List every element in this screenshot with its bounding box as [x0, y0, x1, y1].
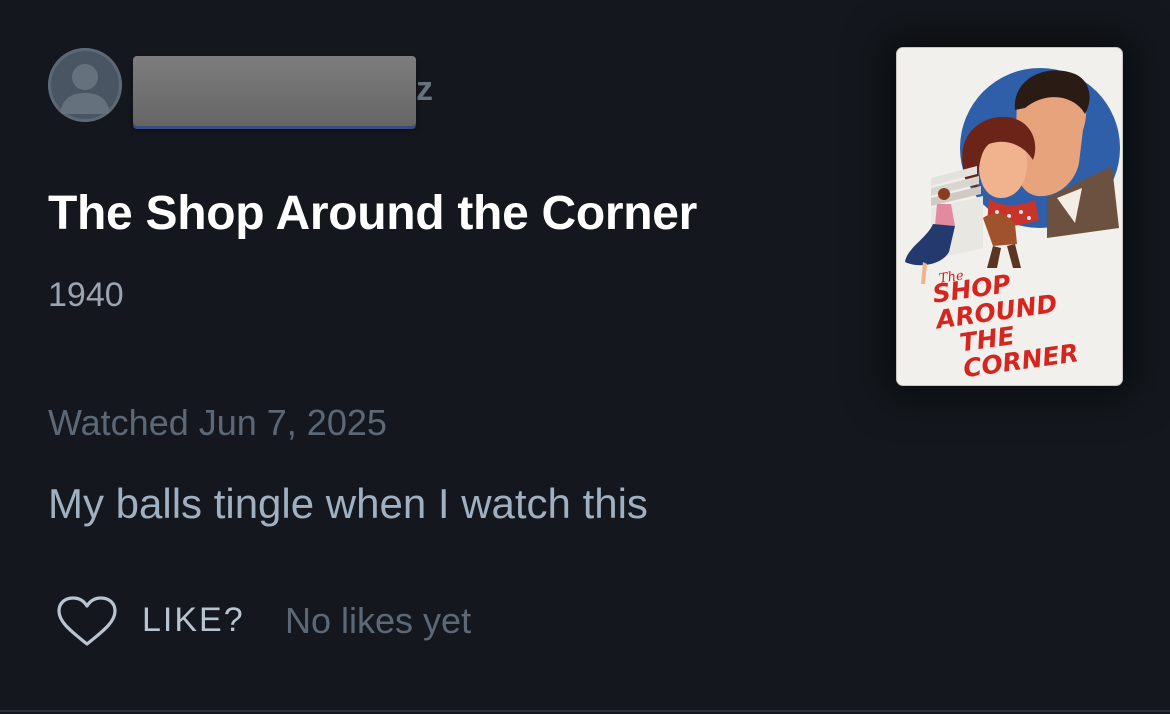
username-redaction [133, 56, 416, 126]
watched-date: Watched Jun 7, 2025 [48, 402, 387, 443]
avatar[interactable] [48, 48, 122, 122]
like-row: LIKE? No likes yet [56, 592, 556, 648]
username[interactable]: z [132, 56, 433, 132]
review-author[interactable]: z [48, 48, 468, 128]
default-user-icon [60, 64, 110, 114]
film-poster[interactable]: The SHOP AROUND THE CORNER [897, 48, 1122, 385]
like-button[interactable]: LIKE? [56, 592, 256, 648]
like-label: LIKE? [142, 601, 245, 639]
likes-count: No likes yet [285, 600, 472, 641]
heart-outline-icon [57, 596, 117, 646]
film-year[interactable]: 1940 [48, 276, 124, 315]
divider [0, 710, 1170, 712]
review-card: z The Shop Around the Corner 1940 Watche… [0, 0, 1170, 714]
film-title[interactable]: The Shop Around the Corner [48, 186, 697, 241]
review-text: My balls tingle when I watch this [48, 480, 648, 527]
